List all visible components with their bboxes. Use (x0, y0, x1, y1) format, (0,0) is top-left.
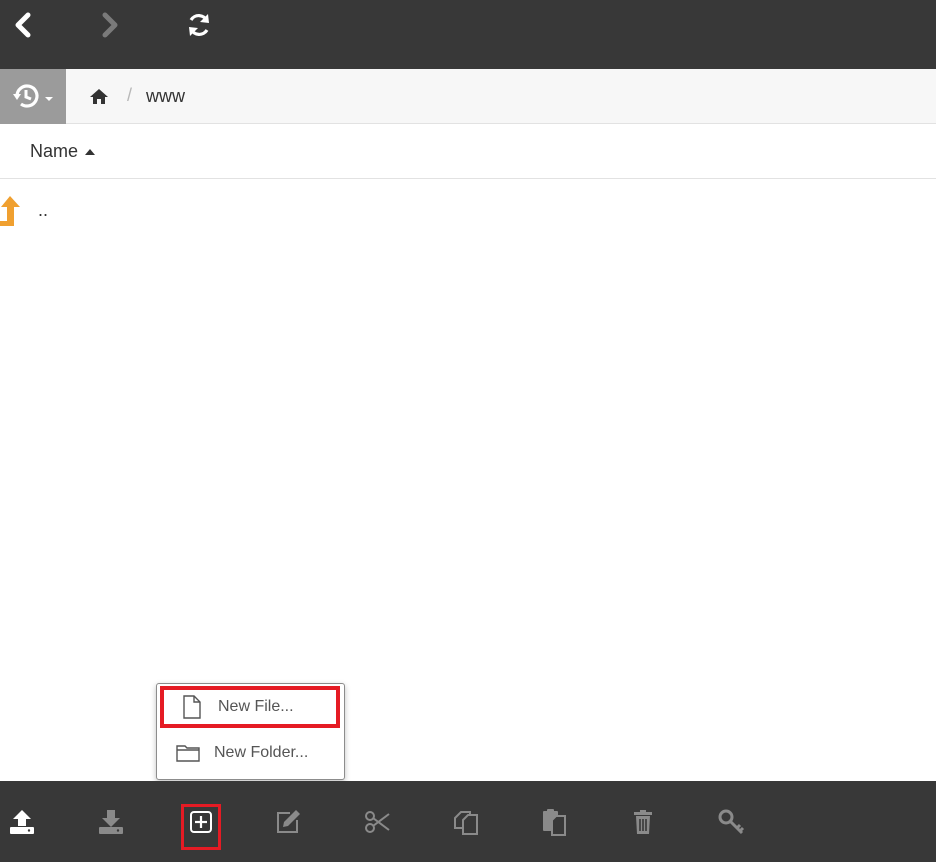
delete-button[interactable] (627, 806, 659, 838)
refresh-icon (189, 14, 209, 36)
upload-icon (10, 810, 34, 834)
file-list-header: Name (0, 124, 936, 179)
parent-directory-row[interactable]: .. (0, 186, 936, 236)
download-icon (99, 810, 123, 834)
forward-button[interactable] (93, 8, 127, 42)
new-folder-label: New Folder... (214, 744, 309, 761)
edit-icon (277, 810, 300, 833)
history-dropdown-button[interactable] (0, 69, 66, 124)
folder-icon (176, 741, 200, 765)
copy-icon (454, 811, 478, 835)
new-folder-menu-item[interactable]: New Folder... (160, 732, 340, 774)
key-icon (718, 809, 745, 835)
sort-ascending-icon (85, 148, 96, 155)
breadcrumb-current-folder[interactable]: www (146, 86, 185, 107)
permissions-button[interactable] (715, 806, 747, 838)
new-file-menu-item[interactable]: New File... (160, 686, 340, 728)
new-file-label: New File... (218, 698, 294, 715)
file-icon (180, 695, 204, 719)
history-icon (13, 83, 39, 108)
cut-button[interactable] (361, 806, 393, 838)
paste-icon (543, 809, 566, 836)
refresh-button[interactable] (182, 8, 216, 42)
paste-button[interactable] (538, 806, 570, 838)
chevron-right-icon (102, 12, 118, 38)
delete-icon (634, 810, 652, 834)
breadcrumb-bar: / www (0, 69, 936, 124)
top-navigation-bar (0, 0, 936, 69)
chevron-left-icon (15, 12, 31, 38)
edit-button[interactable] (272, 806, 304, 838)
copy-button[interactable] (450, 806, 482, 838)
parent-directory-label: .. (38, 200, 49, 220)
bottom-toolbar (0, 781, 936, 862)
download-button[interactable] (95, 806, 127, 838)
level-up-icon (0, 196, 20, 226)
new-item-menu: New File... New Folder... (156, 683, 345, 780)
back-button[interactable] (6, 8, 40, 42)
upload-button[interactable] (6, 806, 38, 838)
cut-icon (365, 811, 390, 833)
new-button-highlight (181, 804, 221, 850)
caret-down-icon (45, 96, 53, 101)
breadcrumb-separator: / (127, 85, 133, 105)
name-column-label: Name (30, 141, 79, 161)
home-icon[interactable] (89, 87, 109, 107)
name-column-header[interactable]: Name (30, 141, 96, 162)
